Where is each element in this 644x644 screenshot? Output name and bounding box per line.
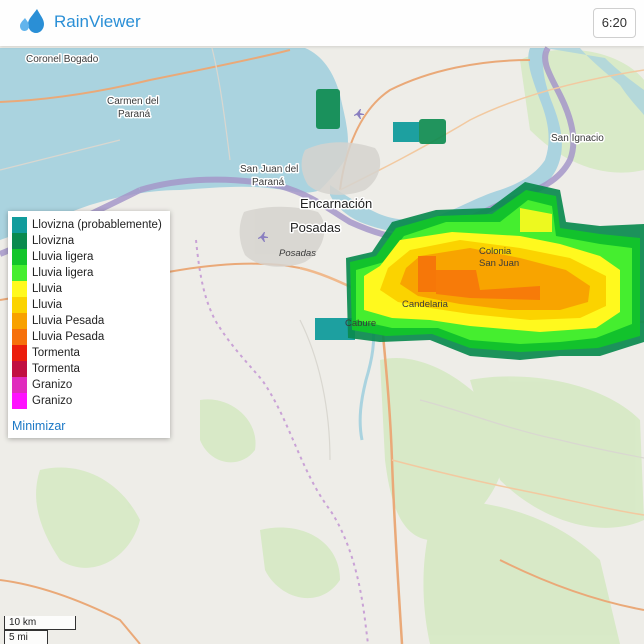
legend-label: Lluvia (32, 299, 63, 311)
legend-swatch (12, 345, 27, 361)
legend-item: Tormenta (12, 345, 170, 361)
legend-label: Llovizna (probablemente) (32, 219, 162, 231)
legend-swatch (12, 329, 27, 345)
legend-item: Granizo (12, 377, 170, 393)
legend-swatch (12, 265, 27, 281)
minimize-legend-link[interactable]: Minimizar (12, 419, 65, 433)
legend-label: Lluvia Pesada (32, 315, 105, 327)
legend-item: Tormenta (12, 361, 170, 377)
legend-label: Tormenta (32, 363, 80, 375)
place-label: Paraná (252, 177, 285, 188)
legend-swatch (12, 249, 27, 265)
legend-label: Granizo (32, 395, 73, 407)
place-label: Posadas (279, 248, 316, 259)
legend-label: Llovizna (32, 235, 75, 247)
place-label: San Ignacio (551, 133, 604, 144)
legend-item: Granizo (12, 393, 170, 409)
legend-swatch (12, 281, 27, 297)
legend-swatch (12, 377, 27, 393)
legend-item: Lluvia Pesada (12, 329, 170, 345)
map-scale: 10 km 5 mi (4, 616, 76, 644)
legend-swatch (12, 393, 27, 409)
legend-item: Lluvia (12, 281, 170, 297)
legend-label: Lluvia Pesada (32, 331, 105, 343)
time-indicator[interactable]: 6:20 (592, 8, 636, 38)
legend-swatch (12, 217, 27, 233)
place-label: San Juan del (240, 164, 298, 175)
legend-item: Llovizna (12, 233, 170, 249)
legend-label: Lluvia ligera (32, 251, 94, 263)
place-label: Colonia (479, 246, 512, 257)
place-label: Paraná (118, 109, 151, 120)
legend-swatch (12, 313, 27, 329)
place-label: Carmen del (107, 96, 159, 107)
legend-label: Lluvia ligera (32, 267, 94, 279)
place-label: San Juan (479, 258, 519, 269)
legend-swatch (12, 361, 27, 377)
city-label: Posadas (290, 220, 341, 235)
legend-item: Lluvia (12, 297, 170, 313)
legend-label: Granizo (32, 379, 73, 391)
legend-list: Llovizna (probablemente) Llovizna Lluvia l… (8, 211, 170, 409)
place-label: Cabure (345, 318, 376, 329)
raindrop-logo-icon[interactable] (16, 7, 46, 37)
place-label: Candelaria (402, 299, 449, 310)
app-title[interactable]: RainViewer (54, 12, 141, 32)
legend-swatch (12, 297, 27, 313)
city-label: Encarnación (300, 196, 372, 211)
legend-item: Lluvia ligera (12, 265, 170, 281)
legend-label: Lluvia (32, 283, 63, 295)
top-bar: RainViewer 6:20 (0, 0, 644, 46)
precipitation-legend: Llovizna (probablemente) Llovizna Lluvia l… (8, 211, 170, 438)
scale-km: 10 km (4, 616, 76, 630)
scale-mi: 5 mi (4, 630, 48, 644)
legend-item: Lluvia ligera (12, 249, 170, 265)
legend-swatch (12, 233, 27, 249)
legend-label: Tormenta (32, 347, 80, 359)
legend-item: Lluvia Pesada (12, 313, 170, 329)
legend-item: Llovizna (probablemente) (12, 217, 170, 233)
place-label: Coronel Bogado (26, 54, 99, 65)
